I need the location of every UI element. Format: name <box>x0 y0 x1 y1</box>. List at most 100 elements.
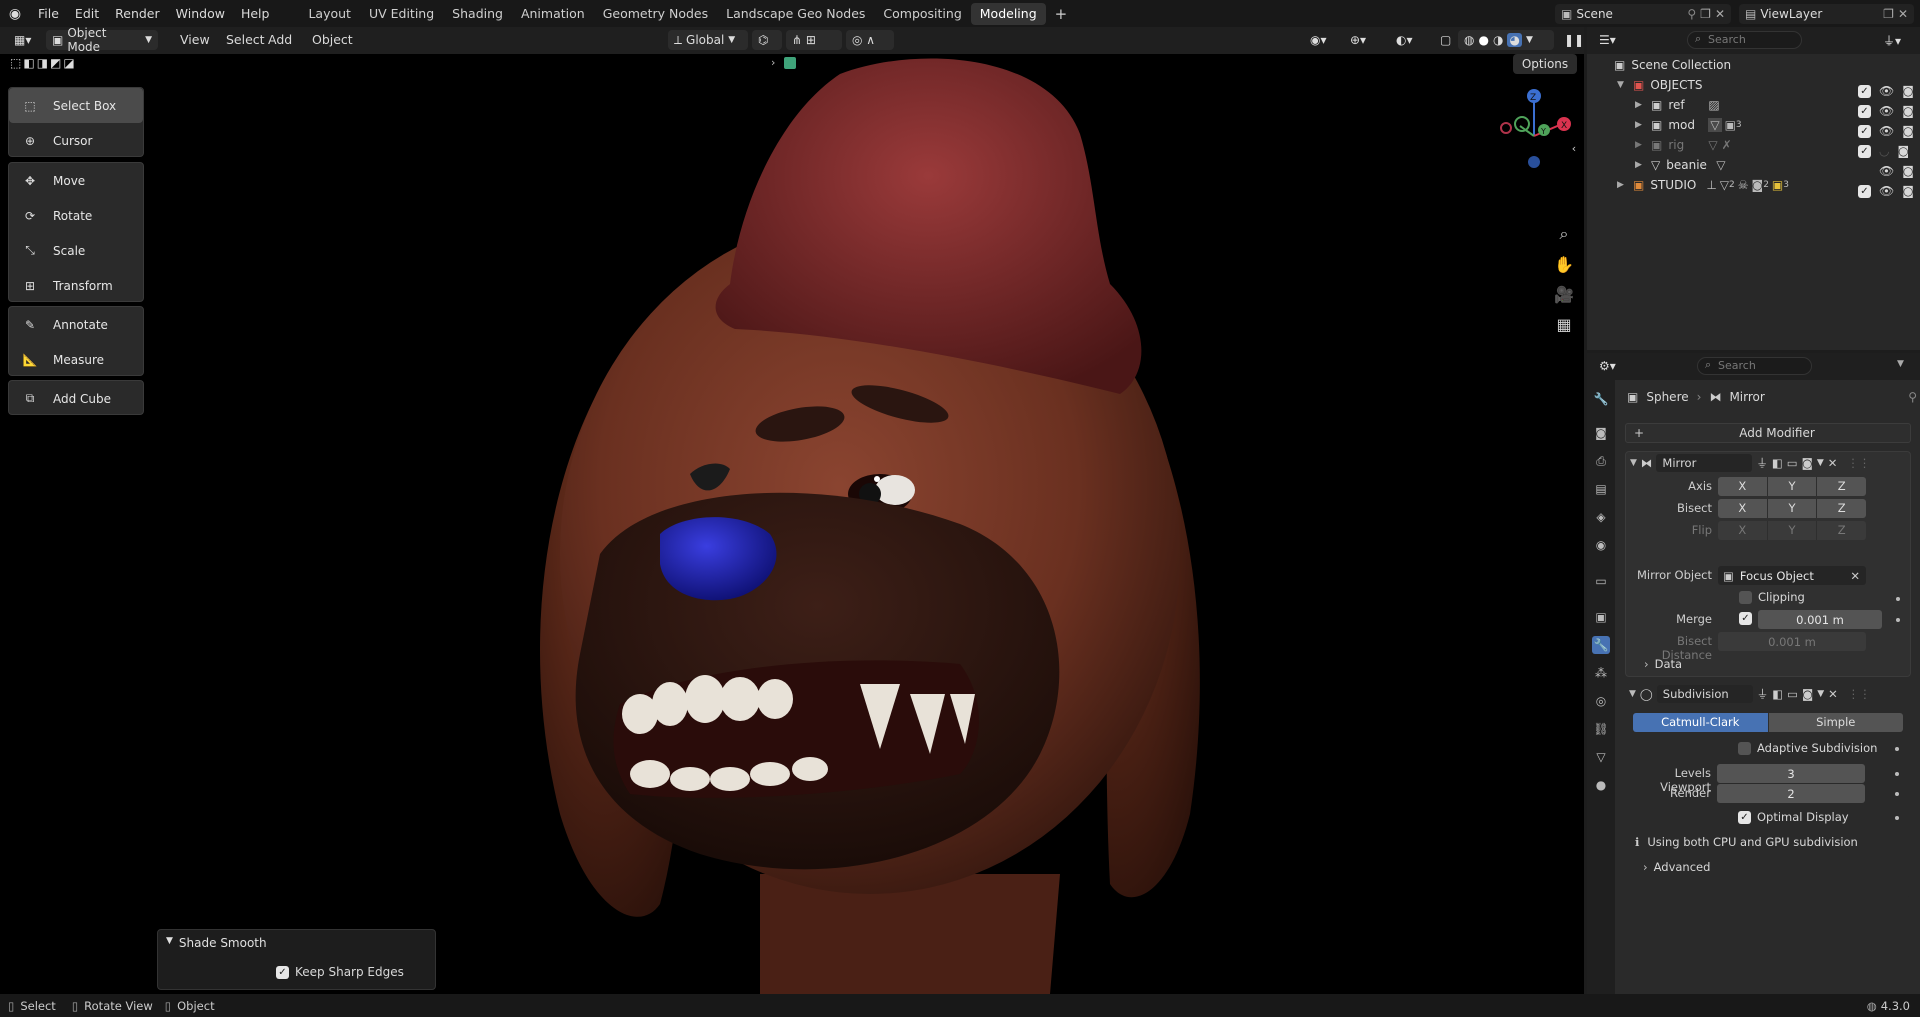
viewport-display-icon[interactable]: ▭ <box>1787 456 1798 470</box>
editor-type-button[interactable]: ▦▾ <box>8 30 42 50</box>
shading-mode-group[interactable]: ◍ ● ◑ ◕ ▼ <box>1458 30 1554 50</box>
pin-icon[interactable]: ⚲ <box>1687 7 1696 21</box>
scene-selector[interactable]: ▣ Scene ⚲ ❐ ✕ <box>1555 3 1731 24</box>
menu-add[interactable]: Add <box>260 29 300 51</box>
outliner-editor-type[interactable]: ☰▾ <box>1593 30 1627 50</box>
proportional-edit-toggle[interactable]: ◎ ∧ <box>846 30 894 50</box>
tab-modeling[interactable]: Modeling <box>970 2 1046 25</box>
bisect-x-toggle[interactable]: X <box>1718 499 1768 518</box>
rendered-shading-icon[interactable]: ◕ <box>1507 33 1522 47</box>
add-modifier-button[interactable]: + Add Modifier <box>1625 423 1911 443</box>
properties-editor-type[interactable]: ⚙▾ <box>1593 356 1627 376</box>
keyframe-dot[interactable] <box>1896 618 1900 622</box>
keyframe-dot[interactable] <box>1895 747 1899 751</box>
exclude-checkbox[interactable]: ✓ <box>1858 124 1871 138</box>
mode-dropdown[interactable]: ▣ Object Mode ▼ <box>46 26 158 54</box>
exclude-checkbox[interactable]: ✓ <box>1858 84 1871 98</box>
axis-toggle-group[interactable]: X Y Z <box>1718 477 1866 496</box>
tool-cursor[interactable]: ⊕ Cursor <box>9 123 143 158</box>
clipping-option[interactable]: Clipping <box>1739 590 1805 604</box>
axis-y-toggle[interactable]: Y <box>1767 477 1818 496</box>
last-operator-header[interactable]: ▼ Shade Smooth <box>166 936 267 950</box>
keep-sharp-edges-option[interactable]: ✓ Keep Sharp Edges <box>276 965 404 979</box>
flip-z-toggle[interactable]: Z <box>1817 521 1866 540</box>
pan-hand-icon[interactable]: ✋ <box>1552 252 1576 276</box>
scene-props-icon[interactable]: ◈ <box>1592 508 1610 526</box>
chevron-down-icon[interactable]: ▼ <box>1629 689 1636 699</box>
modifier-name-field[interactable]: Subdivision <box>1656 685 1753 703</box>
tool-move[interactable]: ✥ Move <box>9 163 143 198</box>
bisect-toggle-group[interactable]: X Y Z <box>1718 499 1866 518</box>
material-shading-icon[interactable]: ◑ <box>1493 33 1503 47</box>
xray-toggle[interactable]: ▢ <box>1434 30 1454 50</box>
eye-icon[interactable]: 👁 <box>1879 184 1894 198</box>
keep-sharp-edges-checkbox[interactable]: ✓ <box>276 965 289 979</box>
properties-search-input[interactable]: Search <box>1697 357 1812 375</box>
tool-measure[interactable]: 📐 Measure <box>9 342 143 377</box>
render-camera-icon[interactable]: ◙ <box>1802 456 1813 470</box>
keyframe-dot[interactable] <box>1896 597 1900 601</box>
axis-z-toggle[interactable]: Z <box>1817 477 1866 496</box>
collection-props-icon[interactable]: ▭ <box>1592 572 1610 590</box>
visibility-dropdown[interactable]: ◉▾ <box>1304 30 1340 50</box>
pin-icon[interactable]: ⚲ <box>1908 390 1917 404</box>
chevron-down-icon[interactable]: ▼ <box>1526 35 1533 45</box>
keyframe-dot[interactable] <box>1895 792 1899 796</box>
chevron-down-icon[interactable]: ▼ <box>1817 689 1824 699</box>
camera-view-icon[interactable]: 🎥 <box>1552 282 1576 306</box>
physics-props-icon[interactable]: ◎ <box>1592 692 1610 710</box>
constraints-props-icon[interactable]: ⛓ <box>1592 720 1610 738</box>
render-camera-icon[interactable]: ◙ <box>1902 104 1914 118</box>
orientation-dropdown[interactable]: ⟂ Global ▼ <box>668 30 748 50</box>
chevron-down-icon[interactable]: ▼ <box>1897 359 1904 369</box>
levels-viewport-field[interactable]: 3 <box>1717 764 1865 783</box>
close-icon[interactable]: ✕ <box>1828 456 1838 470</box>
catmull-clark-option[interactable]: Catmull-Clark <box>1633 713 1769 732</box>
keyframe-dot[interactable] <box>1895 816 1899 820</box>
object-props-icon[interactable]: ▣ <box>1592 608 1610 626</box>
data-subpanel-header[interactable]: › Data <box>1644 657 1682 671</box>
flip-x-toggle[interactable]: X <box>1718 521 1768 540</box>
solid-shading-icon[interactable]: ● <box>1478 33 1488 47</box>
tab-compositing[interactable]: Compositing <box>874 3 970 25</box>
tab-shading[interactable]: Shading <box>443 3 512 25</box>
menu-object[interactable]: Object <box>304 29 361 51</box>
eye-icon[interactable]: 👁 <box>1879 104 1894 118</box>
flip-y-toggle[interactable]: Y <box>1767 521 1818 540</box>
expand-arrow-icon[interactable]: ▶ <box>1635 100 1647 110</box>
edit-mode-cage-icon[interactable]: ⏚ <box>1756 455 1768 471</box>
menu-window[interactable]: Window <box>168 3 233 25</box>
optimal-display-option[interactable]: ✓ Optimal Display <box>1738 810 1849 824</box>
snap-toggle[interactable]: ⋔ ⊞ <box>786 30 842 50</box>
close-icon[interactable]: ✕ <box>1715 7 1725 21</box>
chevron-down-icon[interactable]: ▼ <box>1630 458 1637 468</box>
particles-props-icon[interactable]: ⁂ <box>1592 664 1610 682</box>
drag-handle-icon[interactable]: ⋮⋮ <box>1848 687 1871 701</box>
render-camera-icon[interactable]: ◙ <box>1902 124 1914 138</box>
eye-icon[interactable]: 👁 <box>1879 84 1894 98</box>
tab-layout[interactable]: Layout <box>299 3 360 25</box>
simple-option[interactable]: Simple <box>1768 713 1903 732</box>
adaptive-subdivision-checkbox[interactable] <box>1738 741 1751 755</box>
wireframe-shading-icon[interactable]: ◍ <box>1464 33 1474 47</box>
edit-mode-icon[interactable]: ◧ <box>1772 456 1783 470</box>
menu-file[interactable]: File <box>30 3 67 25</box>
tool-transform[interactable]: ⊞ Transform <box>9 268 143 303</box>
tab-uv-editing[interactable]: UV Editing <box>360 3 443 25</box>
mirror-object-field[interactable]: ▣ Focus Object ✕ <box>1718 566 1866 585</box>
close-icon[interactable]: ✕ <box>1828 687 1838 701</box>
merge-checkbox[interactable]: ✓ <box>1739 612 1752 625</box>
tab-geometry-nodes[interactable]: Geometry Nodes <box>594 3 717 25</box>
zoom-icon[interactable]: ⌕ <box>1552 222 1576 246</box>
material-props-icon[interactable]: ● <box>1592 776 1610 794</box>
view-layer-props-icon[interactable]: ▤ <box>1592 480 1610 498</box>
tool-annotate[interactable]: ✎ Annotate <box>9 307 143 342</box>
menu-edit[interactable]: Edit <box>67 3 107 25</box>
tool-settings-icon[interactable]: 🔧 <box>1592 390 1610 408</box>
close-icon[interactable]: ✕ <box>1850 569 1860 583</box>
menu-help[interactable]: Help <box>233 3 278 25</box>
ortho-grid-icon[interactable]: ▦ <box>1552 312 1576 336</box>
expand-arrow-icon[interactable]: ▶ <box>1635 160 1647 170</box>
exclude-checkbox[interactable]: ✓ <box>1858 104 1871 118</box>
filter-icon[interactable]: ⏚▾ <box>1877 30 1909 50</box>
